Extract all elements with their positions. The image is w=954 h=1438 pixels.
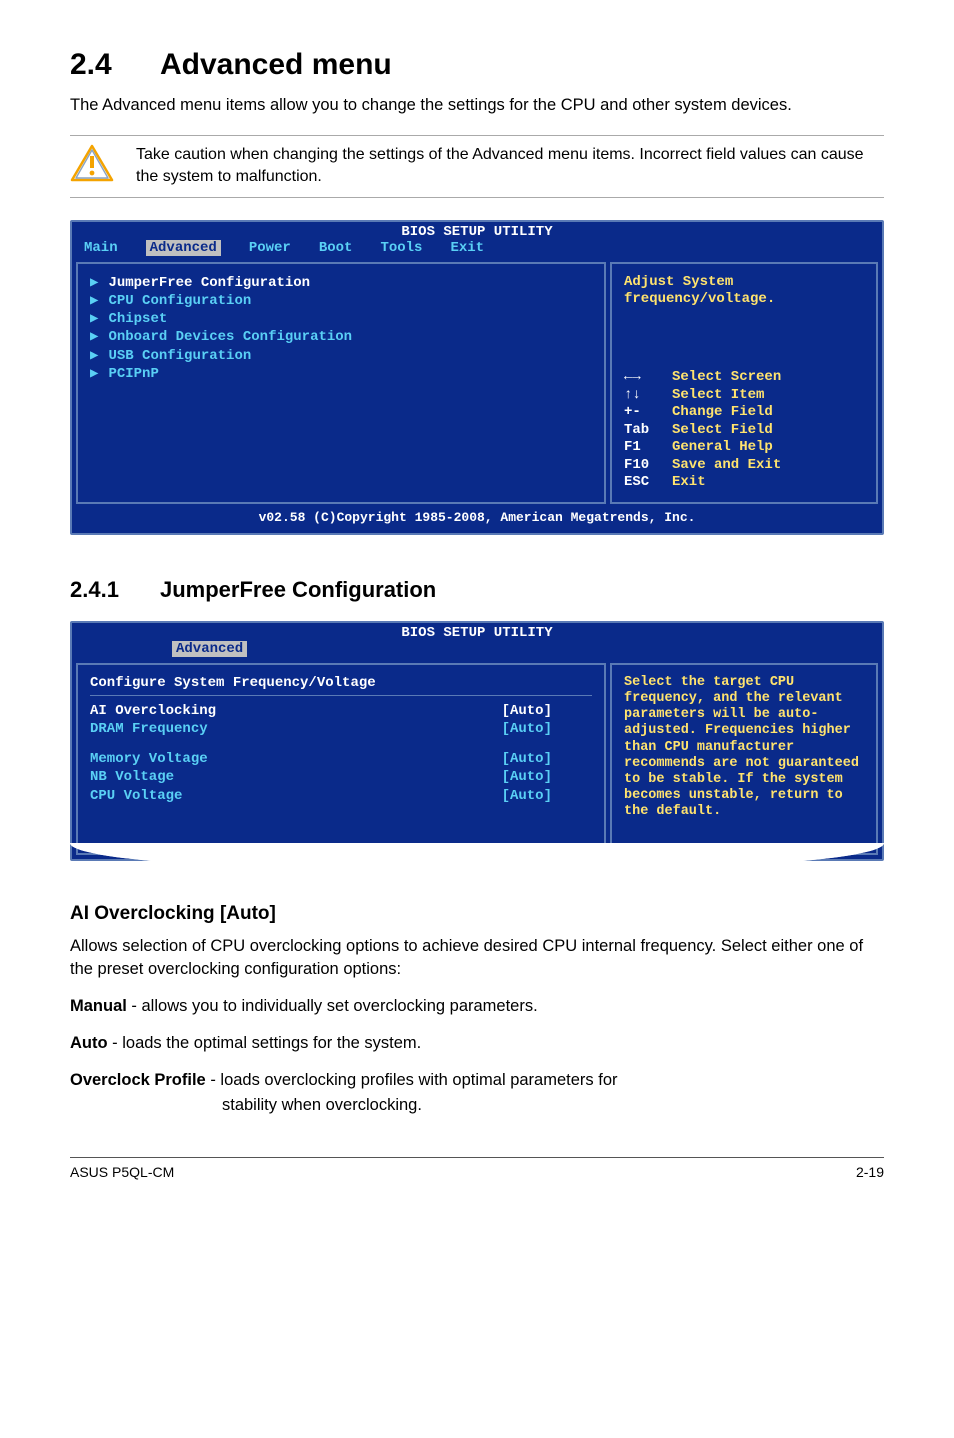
bios-menubar: Main Advanced Power Boot Tools Exit	[72, 240, 882, 258]
menu-item-chipset[interactable]: ▶Chipset	[90, 310, 592, 328]
chevron-right-icon: ▶	[90, 292, 98, 310]
caution-callout: Take caution when changing the settings …	[70, 135, 884, 198]
footer-left: ASUS P5QL-CM	[70, 1164, 174, 1180]
tab-advanced[interactable]: Advanced	[172, 641, 247, 657]
chevron-right-icon: ▶	[90, 310, 98, 328]
menu-item-pcipnp[interactable]: ▶PCIPnP	[90, 365, 592, 383]
chevron-right-icon: ▶	[90, 328, 98, 346]
section-number: 2.4	[70, 48, 160, 82]
tab-main[interactable]: Main	[84, 240, 118, 256]
bios-help-desc: Select the target CPU frequency, and the…	[624, 675, 864, 821]
bios-nav-help: ←→Select Screen ↑↓Select Item +-Change F…	[624, 369, 864, 492]
chevron-right-icon: ▶	[90, 347, 98, 365]
menu-item-usb-config[interactable]: ▶USB Configuration	[90, 347, 592, 365]
item-heading-ai-overclocking: AI Overclocking [Auto]	[70, 903, 884, 925]
row-dram-frequency[interactable]: DRAM Frequency[Auto]	[90, 720, 592, 738]
option-auto: Auto - loads the optimal settings for th…	[70, 1032, 884, 1055]
tab-power[interactable]: Power	[249, 240, 291, 256]
bios-menubar-single: Advanced	[72, 641, 882, 659]
menu-item-cpu-config[interactable]: ▶CPU Configuration	[90, 292, 592, 310]
tab-exit[interactable]: Exit	[450, 240, 484, 256]
bios-section-header: Configure System Frequency/Voltage	[90, 675, 592, 696]
bios-panel-advanced: BIOS SETUP UTILITY Main Advanced Power B…	[70, 220, 884, 535]
tab-tools[interactable]: Tools	[380, 240, 422, 256]
section-heading: 2.4Advanced menu	[70, 48, 884, 82]
bios-menu: ▶JumperFree Configuration ▶CPU Configura…	[76, 262, 606, 504]
tab-boot[interactable]: Boot	[319, 240, 353, 256]
row-ai-overclocking[interactable]: AI Overclocking[Auto]	[90, 702, 592, 720]
bios-footer: v02.58 (C)Copyright 1985-2008, American …	[76, 508, 878, 529]
chevron-right-icon: ▶	[90, 274, 98, 292]
row-cpu-voltage[interactable]: CPU Voltage[Auto]	[90, 787, 592, 805]
section-title-text: Advanced menu	[160, 48, 392, 81]
menu-item-onboard-devices[interactable]: ▶Onboard Devices Configuration	[90, 328, 592, 346]
menu-item-jumperfree[interactable]: ▶JumperFree Configuration	[90, 274, 592, 292]
tab-advanced[interactable]: Advanced	[146, 240, 221, 256]
bios-help-pane: Select the target CPU frequency, and the…	[610, 663, 878, 855]
subsection-number: 2.4.1	[70, 577, 160, 603]
footer-right: 2-19	[856, 1164, 884, 1180]
bios-panel-jumperfree: BIOS SETUP UTILITY Advanced Configure Sy…	[70, 621, 884, 861]
item-paragraph: Allows selection of CPU overclocking opt…	[70, 935, 884, 981]
bios-settings: Configure System Frequency/Voltage AI Ov…	[76, 663, 606, 855]
option-overclock-profile-cont: stability when overclocking.	[70, 1094, 884, 1117]
row-memory-voltage[interactable]: Memory Voltage[Auto]	[90, 750, 592, 768]
option-overclock-profile: Overclock Profile - loads overclocking p…	[70, 1069, 884, 1092]
caution-text: Take caution when changing the settings …	[136, 144, 884, 189]
bios-title: BIOS SETUP UTILITY	[72, 623, 882, 641]
bios-help-desc: Adjust System frequency/voltage.	[624, 274, 864, 308]
bios-help-pane: Adjust System frequency/voltage. ←→Selec…	[610, 262, 878, 504]
option-manual: Manual - allows you to individually set …	[70, 995, 884, 1018]
caution-icon	[70, 144, 114, 182]
chevron-right-icon: ▶	[90, 365, 98, 383]
row-nb-voltage[interactable]: NB Voltage[Auto]	[90, 768, 592, 786]
subsection-heading: 2.4.1JumperFree Configuration	[70, 577, 884, 603]
page-footer: ASUS P5QL-CM 2-19	[70, 1157, 884, 1180]
section-intro: The Advanced menu items allow you to cha…	[70, 94, 884, 117]
bios-title: BIOS SETUP UTILITY	[72, 222, 882, 240]
subsection-title-text: JumperFree Configuration	[160, 577, 436, 602]
